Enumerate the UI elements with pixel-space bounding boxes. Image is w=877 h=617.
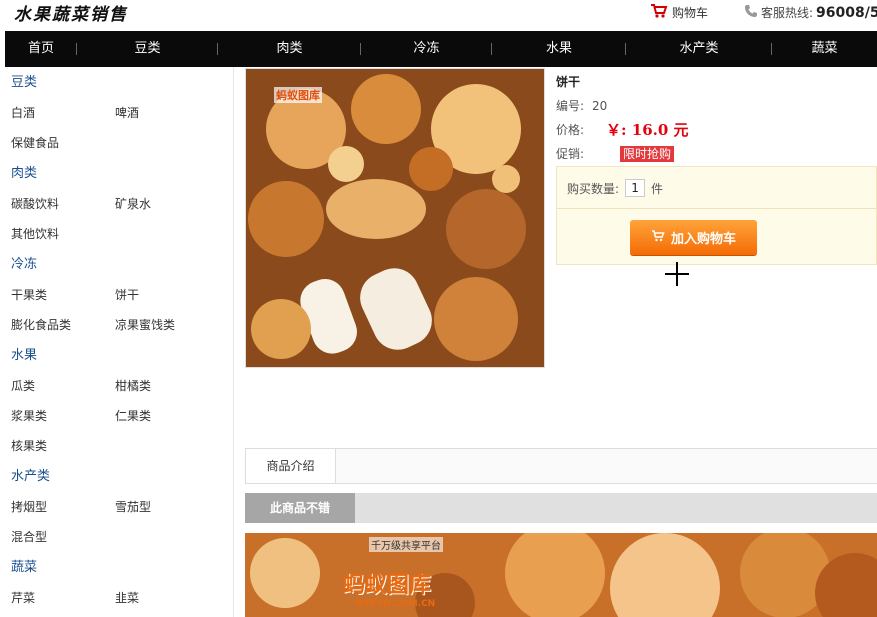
add-to-cart-button[interactable]: 加入购物车 [630,220,757,255]
product-image[interactable]: 蚂蚁图库 [245,68,545,368]
quantity-label: 购买数量: [567,181,620,196]
category-item[interactable]: 混合型 [5,522,109,552]
hotline-number: 96008/5 [816,4,877,21]
category-item[interactable]: 韭菜 [109,583,213,613]
category-sidebar: 豆类 白酒 啤酒 保健食品 肉类 碳酸饮料 矿泉水 其他饮料 冷冻 干果类 饼干… [5,67,234,617]
nav-item-home[interactable]: 首页 [5,31,77,67]
category-item[interactable]: 瓜类 [5,371,109,401]
add-to-cart-label: 加入购物车 [670,232,736,247]
category-title[interactable]: 蔬菜 [5,552,233,583]
main-nav: 首页 豆类 肉类 冷冻 水果 水产类 蔬菜 [5,31,877,67]
product-code-label: 编号: [556,99,585,113]
category-title[interactable]: 水果 [5,340,233,371]
category-item[interactable]: 浆果类 [5,401,109,431]
category-item[interactable]: 其他饮料 [5,219,109,249]
product-code: 20 [592,99,608,113]
site-logo[interactable]: 水果蔬菜销售 [14,0,128,25]
category-item[interactable]: 饼干 [109,280,213,310]
category-title[interactable]: 豆类 [5,67,233,98]
nav-item-beans[interactable]: 豆类 [77,31,218,67]
category-item[interactable]: 啤酒 [109,98,213,128]
quantity-row: 购买数量: 1 件 [567,179,663,197]
cart-label: 购物车 [672,6,709,20]
category-item[interactable]: 保健食品 [5,128,109,158]
section-title: 此商品不错 [245,493,355,523]
category-item[interactable]: 碳酸饮料 [5,189,109,219]
category-title[interactable]: 冷冻 [5,249,233,280]
category-item[interactable]: 拷烟型 [5,492,109,522]
category-item[interactable]: 芹菜 [5,583,109,613]
category-item[interactable]: 膨化食品类 [5,310,109,340]
nav-item-fruit[interactable]: 水果 [492,31,626,67]
product-banner-image: 千万级共享平台 蚂蚁图库 MYPSD.COM.CN [245,533,877,617]
banner-tagline: 千万级共享平台 [369,537,443,552]
product-name: 饼干 [556,75,581,89]
phone-icon [744,4,758,21]
category-item[interactable]: 仁果类 [109,401,213,431]
cart-icon [651,229,665,246]
product-info: 饼干 编号: 20 价格: ￥: 16.0 元 促销: 限时抢购 [556,70,877,166]
product-promo-row: 促销: 限时抢购 [556,142,877,166]
nav-item-meat[interactable]: 肉类 [218,31,361,67]
category-item[interactable]: 白酒 [5,98,109,128]
image-watermark: 蚂蚁图库 [274,87,322,103]
product-price: ￥: 16.0 元 [606,121,689,139]
quantity-unit: 件 [651,181,664,196]
cart-icon [650,3,668,22]
category-item[interactable]: 雪茄型 [109,492,213,522]
product-price-row: 价格: ￥: 16.0 元 [556,118,877,142]
category-item[interactable]: 核果类 [5,431,109,461]
buy-box: 购买数量: 1 件 加入购物车 [556,166,877,265]
category-item[interactable]: 柑橘类 [109,371,213,401]
category-item[interactable]: 矿泉水 [109,189,213,219]
cart-link[interactable]: 购物车 [650,3,708,22]
product-tabs: 商品介绍 [245,448,877,484]
category-title[interactable]: 肉类 [5,158,233,189]
product-code-row: 编号: 20 [556,94,877,118]
category-title[interactable]: 水产类 [5,461,233,492]
banner-brand: 蚂蚁图库 [343,573,432,598]
buy-box-divider [557,208,876,209]
product-promo-label: 促销: [556,147,585,161]
hotline: 客服热线: 96008/5 [744,4,877,21]
header: 水果蔬菜销售 购物车 客服热线: 96008/5 [0,0,877,31]
tab-product-intro[interactable]: 商品介绍 [246,449,336,483]
quantity-input[interactable]: 1 [625,179,646,197]
hotline-label: 客服热线: [761,6,814,20]
nav-item-seafood[interactable]: 水产类 [626,31,772,67]
product-price-label: 价格: [556,123,585,137]
banner-url: MYPSD.COM.CN [355,599,436,609]
category-item[interactable]: 凉果蜜饯类 [109,310,213,340]
promo-badge: 限时抢购 [620,146,675,162]
nav-item-frozen[interactable]: 冷冻 [361,31,492,67]
category-item[interactable]: 干果类 [5,280,109,310]
nav-item-vegetables[interactable]: 蔬菜 [772,31,877,67]
crosshair-cursor-icon [665,262,689,286]
section-header: 此商品不错 [245,493,877,523]
